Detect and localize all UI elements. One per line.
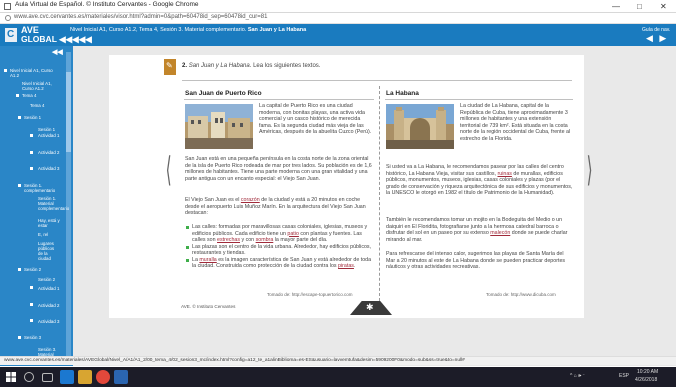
maximize-button[interactable]: □	[637, 1, 642, 12]
clock-time[interactable]: 10:20 AM	[637, 369, 658, 375]
previous-page-arrow[interactable]: ⟨	[166, 150, 172, 190]
browser-title-bar: Aula Virtual de Español. © Instituto Cer…	[0, 0, 676, 13]
list-item: La muralla es la imagen característica d…	[185, 257, 375, 270]
la-habana-photo	[386, 104, 454, 149]
tree-node-icon	[18, 184, 21, 187]
list-item: Las calles: formadas por maravillosas ca…	[185, 224, 375, 244]
san-juan-intro: La capital de Puerto Rico es una ciudad …	[259, 103, 372, 135]
tree-node-icon	[30, 286, 33, 289]
word-link[interactable]: ruinas	[497, 171, 511, 177]
column-title: La Habana	[386, 90, 419, 97]
san-juan-paragraph: San Juan está en una pequeña península e…	[185, 156, 372, 182]
url-text[interactable]: www.ave.cvc.cervantes.es/materiales/viso…	[14, 14, 268, 20]
nav-arrows[interactable]: ◀ ▶	[646, 33, 668, 44]
sidebar-item[interactable]: Sesión 1. Material complementario	[38, 196, 69, 211]
sidebar-item[interactable]: Actividad 3	[38, 166, 60, 171]
sidebar-item[interactable]: Sesión 1	[38, 127, 60, 132]
word-link[interactable]: muralla	[199, 257, 216, 263]
sidebar-item[interactable]: Tema 4	[22, 93, 58, 98]
la-habana-paragraph: Si usted va a La Habana, le recomendamos…	[386, 164, 573, 196]
course-sidebar: ◀◀ Nivel Inicial A1, Curso A1.2 Nivel In…	[0, 46, 73, 366]
column-separator	[379, 86, 380, 301]
sidebar-item[interactable]: Nivel Inicial A1, Curso A1.2	[10, 68, 58, 78]
tree-node-icon	[16, 94, 19, 97]
word-link[interactable]: malecón	[490, 230, 510, 236]
tree-node-icon	[4, 69, 7, 72]
collapse-sidebar-button[interactable]: ◀◀	[52, 48, 63, 56]
window-title: Aula Virtual de Español. © Instituto Cer…	[15, 1, 199, 8]
sidebar-item[interactable]: Actividad 1	[38, 286, 60, 291]
word-link[interactable]: estrechas	[217, 237, 240, 243]
divider	[184, 99, 374, 100]
start-icon[interactable]	[6, 372, 16, 382]
gear-icon: ✱	[366, 302, 374, 312]
la-habana-paragraph: También le recomendamos tomar un mojito …	[386, 217, 568, 243]
tree-node-icon	[30, 167, 33, 170]
address-bar[interactable]: www.ave.cvc.cervantes.es/materiales/viso…	[0, 13, 676, 24]
app-header: C AVE GLOBAL ◀◀◀◀◀ Nivel Inicial A1, Cur…	[0, 24, 676, 46]
copyright-footer: AVE. © Instituto Cervantes	[181, 304, 236, 309]
word-link[interactable]: patio	[287, 231, 299, 237]
sidebar-item[interactable]: Actividad 1	[38, 133, 60, 138]
taskbar: ^ ⌂ 🕪 ⌁ ESP 10:20 AM 4/26/2018	[0, 367, 676, 387]
cervantes-logo: C	[5, 28, 17, 42]
column-title: San Juan de Puerto Rico	[185, 90, 262, 97]
word-link[interactable]: piratas	[338, 263, 354, 269]
tree-node-icon	[30, 303, 33, 306]
san-juan-column: San Juan de Puerto Rico La capital de Pu…	[181, 86, 377, 301]
tree-node-icon	[30, 134, 33, 137]
sidebar-item[interactable]: Actividad 3	[38, 319, 60, 324]
sidebar-item[interactable]: Actividad 2	[38, 150, 60, 155]
sidebar-item[interactable]: Sesión 2	[24, 267, 58, 272]
info-icon[interactable]	[5, 15, 11, 21]
task-view-icon[interactable]	[42, 373, 53, 382]
divider	[182, 80, 572, 81]
sidebar-item[interactable]: Actividad 2	[38, 303, 60, 308]
chrome-icon[interactable]	[96, 370, 110, 384]
clock-date[interactable]: 4/26/2018	[635, 377, 657, 383]
system-tray[interactable]: ^ ⌂ 🕪 ⌁	[570, 373, 585, 379]
divider	[385, 99, 573, 100]
tree-node-icon	[30, 319, 33, 322]
app-icon[interactable]	[114, 370, 128, 384]
status-bar: www.ave.cvc.cervantes.es/materiales/AVEG…	[0, 356, 676, 365]
page-icon	[4, 3, 11, 10]
close-button[interactable]: ✕	[660, 1, 667, 12]
list-item: Las plazas son el centro de la vida urba…	[185, 244, 375, 257]
sidebar-item[interactable]: Tema 4	[30, 103, 58, 108]
sidebar-item[interactable]: Sesión 1. complementario	[24, 183, 60, 193]
minimize-button[interactable]: —	[612, 1, 620, 12]
edge-icon[interactable]	[60, 370, 74, 384]
exercise-instruction: 2. San Juan y La Habana. Lea los siguien…	[182, 63, 321, 69]
word-link[interactable]: sombra	[256, 237, 274, 243]
tree-node-icon	[18, 268, 21, 271]
sidebar-item[interactable]: E, rel	[38, 232, 60, 237]
source-credit: Tomado de: http://escape-topuertorico.co…	[267, 292, 353, 297]
tree-node-icon	[30, 151, 33, 154]
breadcrumb: Nivel Inicial A1, Curso A1.2, Tema 4, Se…	[70, 27, 307, 33]
sidebar-item[interactable]: Sesión 3	[24, 335, 58, 340]
san-juan-paragraph: El Viejo San Juan es el corazón de la ci…	[185, 197, 366, 216]
sidebar-item[interactable]: Hay, está y estar	[38, 218, 60, 228]
sidebar-item[interactable]: Lugares públicos de la ciudad	[38, 241, 60, 261]
tree-node-icon	[18, 116, 21, 119]
language-indicator[interactable]: ESP	[619, 373, 629, 379]
search-icon[interactable]	[24, 372, 34, 382]
status-url: www.ave.cvc.cervantes.es/materiales/AVEG…	[4, 358, 465, 363]
source-credit: Tomado de: http://www.dicuba.com	[486, 292, 556, 297]
word-link[interactable]: corazón	[241, 197, 260, 203]
sidebar-item[interactable]: Sesión 1	[24, 115, 58, 120]
exercise-icon: ✎	[164, 59, 176, 75]
file-explorer-icon[interactable]	[78, 370, 92, 384]
logo-global: GLOBAL ◀◀◀◀◀	[21, 34, 92, 44]
tree-node-icon	[18, 336, 21, 339]
next-page-arrow[interactable]: ⟩	[587, 150, 593, 190]
san-juan-photo	[185, 104, 253, 149]
la-habana-column: La Habana La ciudad de La Habana, capita…	[382, 86, 576, 301]
sidebar-item[interactable]: Nivel Inicial A1, Curso A1.2	[22, 81, 58, 91]
la-habana-intro: La ciudad de La Habana, capital de la Re…	[460, 103, 571, 142]
sidebar-item[interactable]: Sesión 2	[38, 277, 60, 282]
la-habana-paragraph: Para refrescarse del intenso calor, suge…	[386, 251, 566, 270]
architecture-list: Las calles: formadas por maravillosas ca…	[185, 224, 375, 270]
